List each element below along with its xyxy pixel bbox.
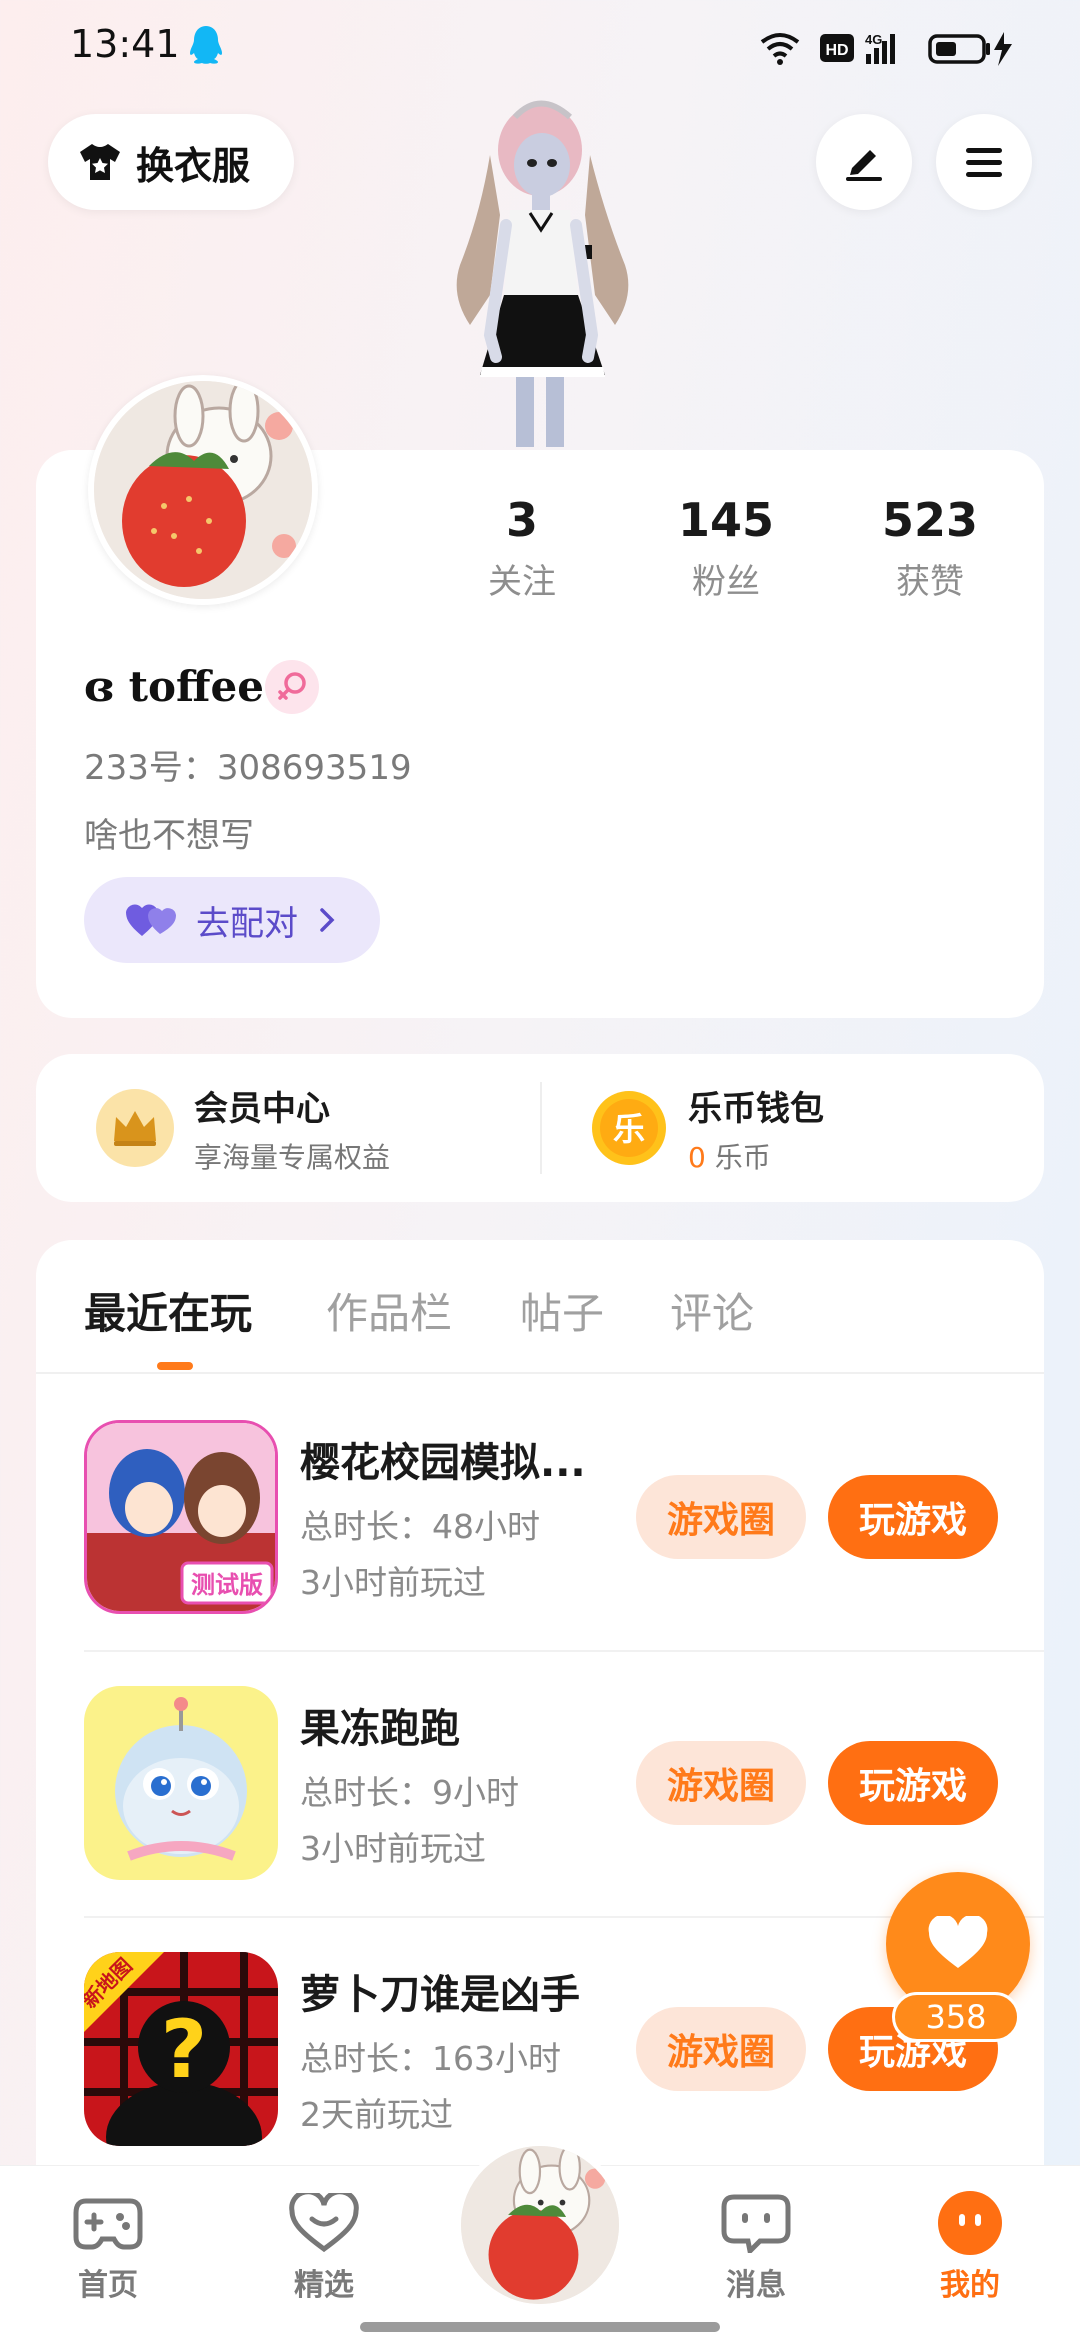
game-last-played: 2天前玩过 [300, 2095, 453, 2134]
tshirt-icon [80, 144, 120, 180]
nav-center-avatar[interactable] [455, 2140, 625, 2310]
game-icon: 测试版 [84, 1420, 278, 1614]
nav-label: 消息 [726, 2268, 786, 2303]
profile-icon [938, 2191, 1002, 2255]
battery-icon [928, 34, 990, 64]
divider [540, 1082, 542, 1174]
home-indicator[interactable] [360, 2322, 720, 2332]
stat-following[interactable]: 3 关注 [432, 492, 612, 603]
svg-text:?: ? [161, 2003, 207, 2096]
active-tab-indicator [157, 1362, 193, 1370]
avatar-image [94, 381, 312, 599]
change-outfit-button[interactable]: 换衣服 [48, 114, 294, 210]
svg-text:测试版: 测试版 [191, 1571, 263, 1599]
edit-button[interactable] [816, 114, 912, 210]
avatar-image [461, 2146, 619, 2304]
status-time: 13:41 [70, 22, 180, 66]
vip-subtitle: 享海量专属权益 [194, 1140, 391, 1174]
stat-label: 粉丝 [692, 562, 760, 602]
game-circle-button[interactable]: 游戏圈 [636, 1741, 806, 1825]
game-title: 萝卜刀谁是凶手 [300, 1972, 580, 2018]
wallet[interactable]: 乐 乐币钱包 0 乐币 [590, 1054, 1020, 1202]
game-icon: ? 新地图 [84, 1952, 278, 2146]
nav-featured[interactable]: 精选 [254, 2190, 394, 2304]
game-last-played: 3小时前玩过 [300, 1563, 486, 1602]
game-duration: 总时长：9小时 [300, 1773, 519, 1812]
wallet-title: 乐币钱包 [688, 1088, 824, 1129]
crown-icon [96, 1089, 174, 1167]
heart-icon [928, 1916, 988, 1968]
avatar-3d-figure[interactable] [420, 95, 660, 450]
svg-text:乐: 乐 [613, 1110, 645, 1148]
double-heart-icon [126, 904, 176, 936]
divider [84, 1650, 1044, 1652]
tab-works[interactable]: 作品栏 [326, 1280, 452, 1341]
divider [36, 1372, 1044, 1374]
game-circle-button[interactable]: 游戏圈 [636, 1475, 806, 1559]
game-title: 樱花校园模拟... [300, 1440, 586, 1486]
stat-value: 3 [505, 493, 538, 547]
stat-followers[interactable]: 145 粉丝 [636, 492, 816, 603]
user-id: 233号：308693519 [84, 748, 412, 788]
play-game-button[interactable]: 玩游戏 [828, 1475, 998, 1559]
wallet-unit: 乐币 [714, 1140, 771, 1174]
nav-label: 精选 [294, 2268, 354, 2303]
nav-home[interactable]: 首页 [38, 2190, 178, 2304]
nav-label: 我的 [940, 2268, 1000, 2303]
change-outfit-label: 换衣服 [136, 143, 251, 188]
qq-icon [190, 26, 222, 64]
tab-comments[interactable]: 评论 [670, 1280, 754, 1341]
game-title: 果冻跑跑 [300, 1706, 460, 1752]
svg-text:4G: 4G [865, 32, 882, 47]
vip-center[interactable]: 会员中心 享海量专属权益 [96, 1054, 526, 1202]
stat-value: 523 [881, 493, 979, 547]
play-game-button[interactable]: 玩游戏 [828, 1741, 998, 1825]
pen-icon [846, 150, 882, 181]
game-duration: 总时长：48小时 [300, 1507, 540, 1546]
game-icon [84, 1686, 278, 1880]
stat-label: 关注 [488, 562, 556, 602]
heart-chat-icon [289, 2193, 359, 2253]
svg-text:HD: HD [825, 42, 848, 59]
vip-title: 会员中心 [194, 1088, 330, 1129]
gender-female-icon [265, 660, 319, 714]
wallet-balance: 0 乐币 [688, 1136, 824, 1176]
like-count-badge: 358 [892, 1992, 1020, 2042]
game-duration: 总时长：163小时 [300, 2039, 561, 2078]
charging-icon [994, 32, 1012, 66]
match-label: 去配对 [196, 903, 298, 944]
game-last-played: 3小时前玩过 [300, 1829, 486, 1868]
coin-icon: 乐 [592, 1091, 666, 1165]
stat-likes[interactable]: 523 获赞 [840, 492, 1020, 603]
stat-value: 145 [677, 493, 775, 547]
wifi-icon [760, 33, 800, 65]
status-icons: HD 4G [760, 32, 1012, 66]
nav-profile[interactable]: 我的 [900, 2190, 1040, 2304]
hamburger-icon [966, 148, 1002, 177]
status-bar: 13:41 HD 4G [0, 0, 1080, 100]
nav-label: 首页 [78, 2268, 138, 2303]
nav-messages[interactable]: 消息 [686, 2190, 826, 2304]
wallet-amount: 0 [688, 1140, 706, 1174]
stat-label: 获赞 [896, 562, 964, 602]
list-item[interactable]: 测试版 樱花校园模拟... 总时长：48小时 3小时前玩过 游戏圈 玩游戏 [84, 1420, 1044, 1680]
match-button[interactable]: 去配对 [84, 877, 380, 963]
chevron-right-icon [320, 908, 335, 932]
menu-button[interactable] [936, 114, 1032, 210]
tab-posts[interactable]: 帖子 [520, 1280, 604, 1341]
game-circle-button[interactable]: 游戏圈 [636, 2007, 806, 2091]
message-icon [721, 2194, 791, 2253]
avatar[interactable] [88, 375, 318, 605]
gamepad-icon [73, 2198, 143, 2250]
tab-recently-played[interactable]: 最近在玩 [84, 1280, 252, 1341]
user-bio: 啥也不想写 [84, 816, 254, 856]
